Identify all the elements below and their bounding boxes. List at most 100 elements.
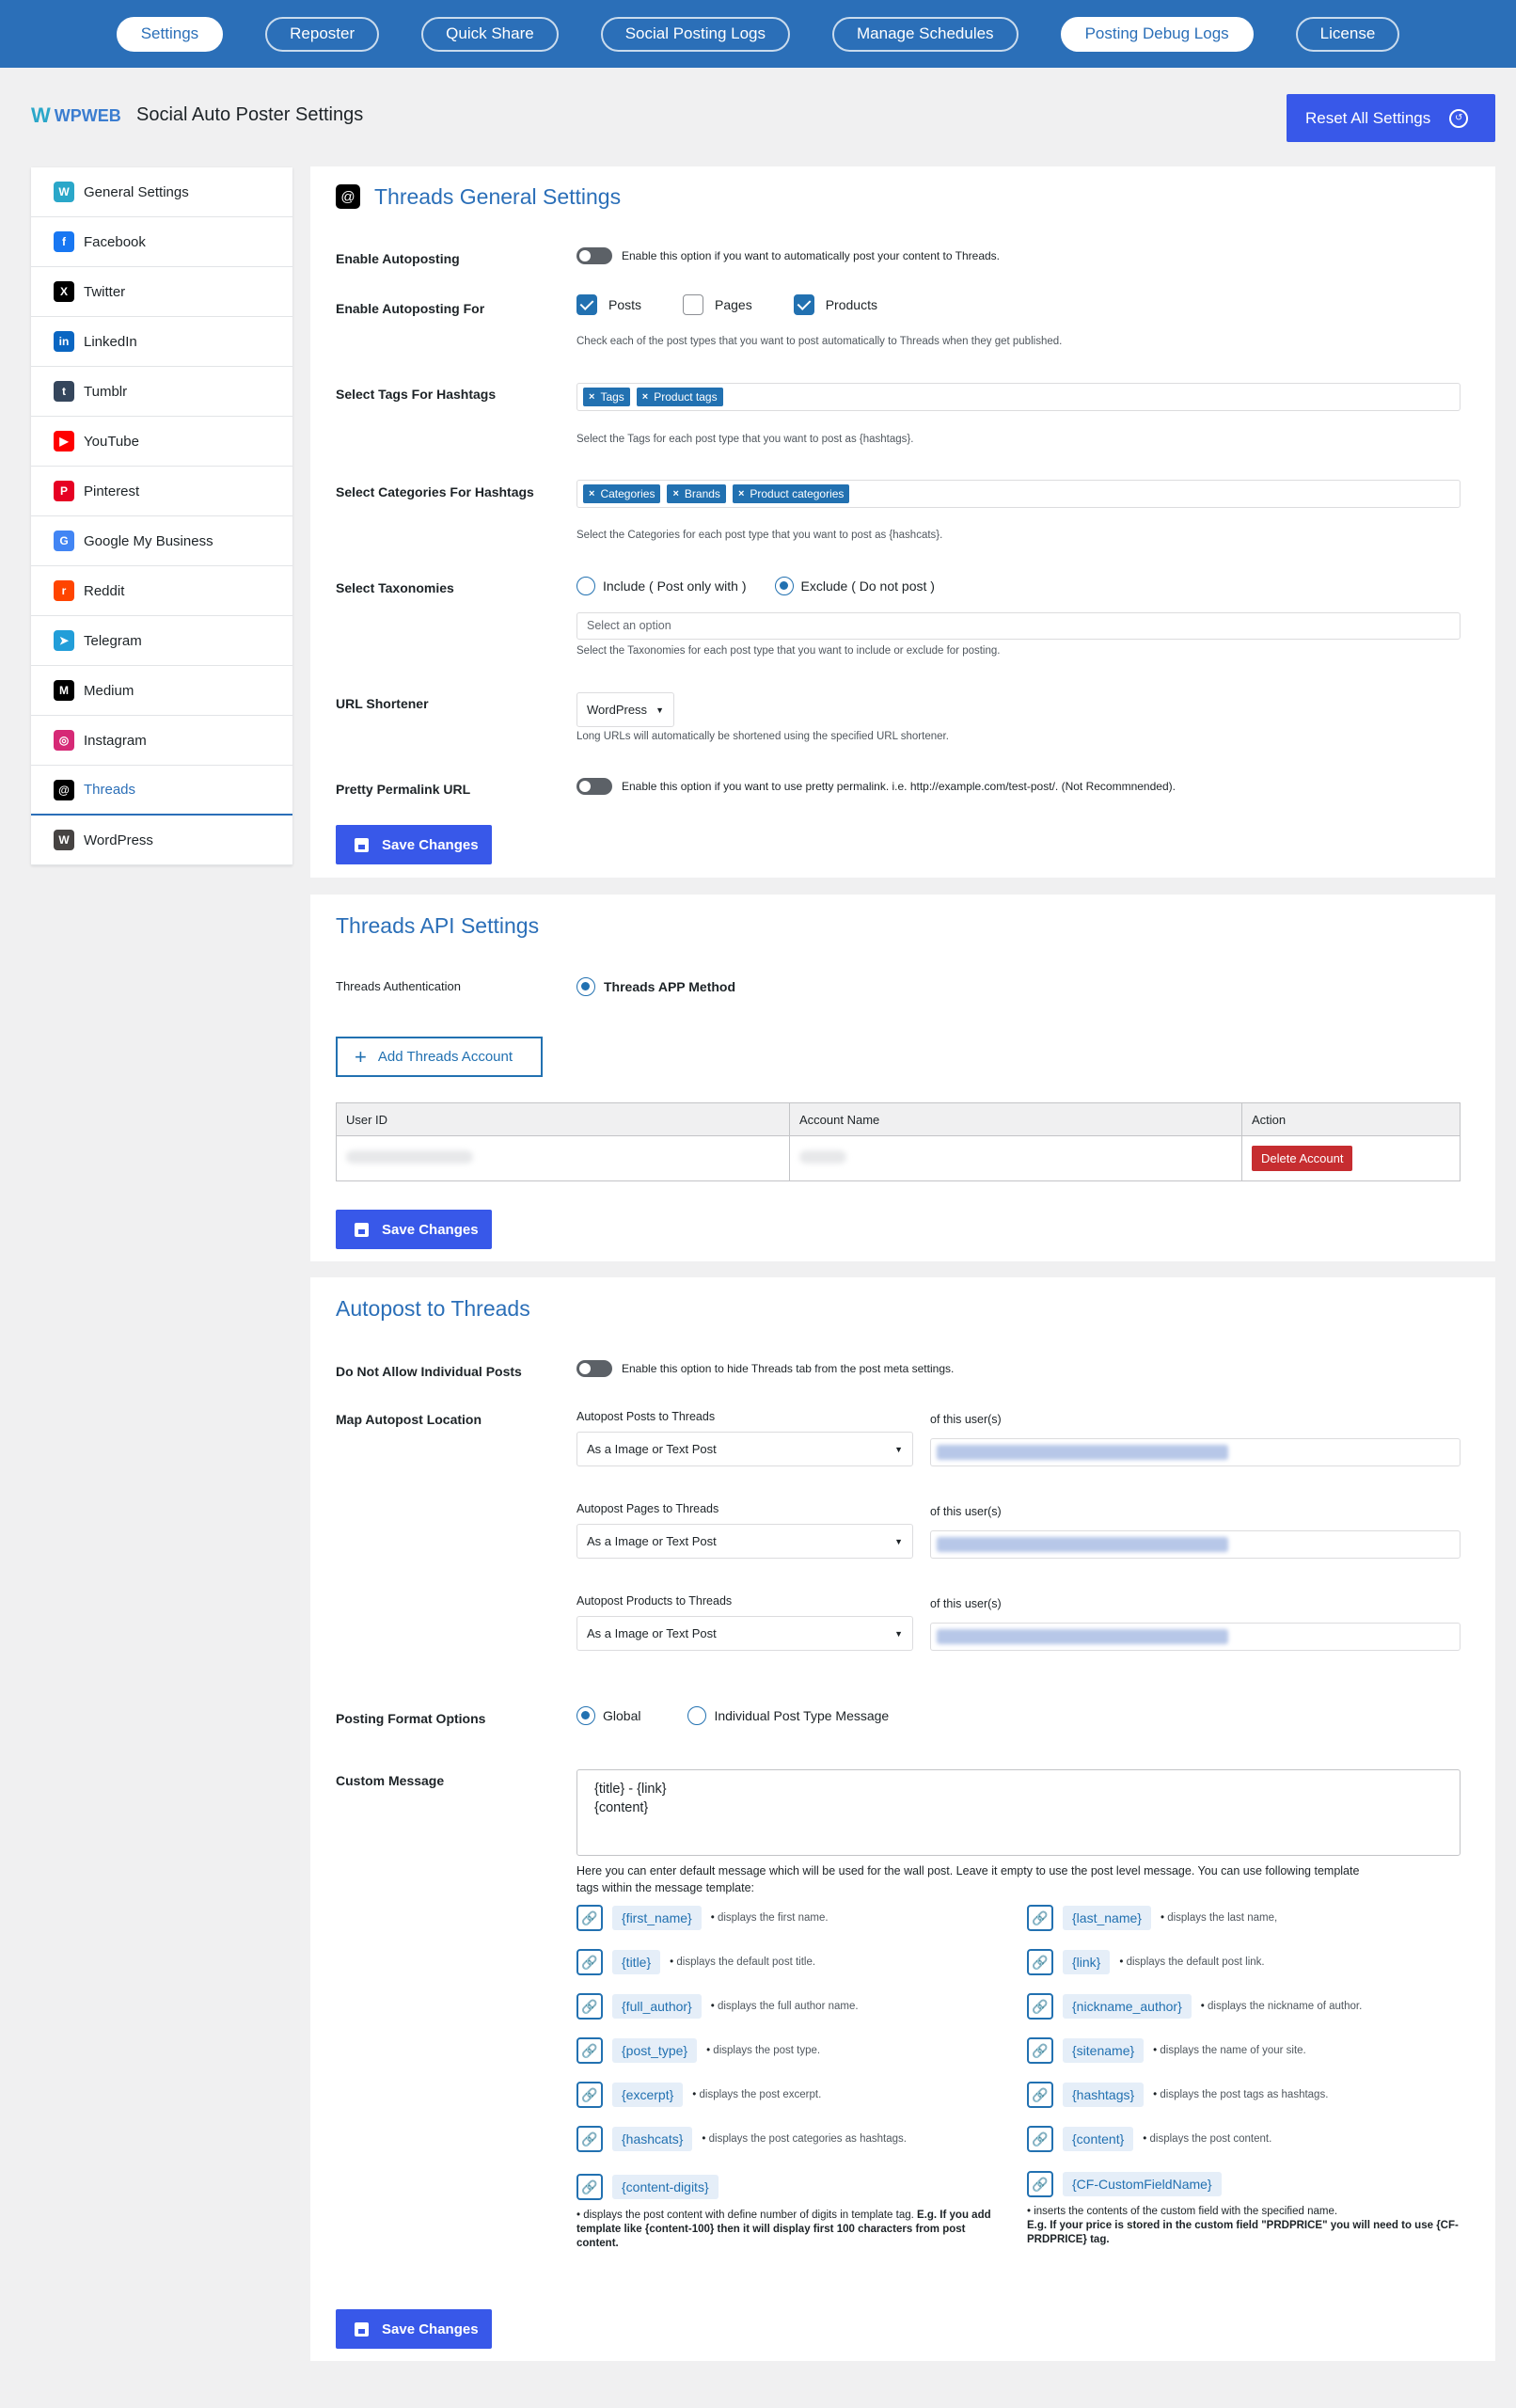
url-shortener-select[interactable]: WordPress ▼ [576, 692, 674, 727]
content-digits-token[interactable]: {content-digits} [612, 2175, 719, 2199]
template-token[interactable]: {nickname_author} [1063, 1994, 1192, 2019]
general-settings-panel: @ Threads General Settings Enable Autopo… [310, 166, 1495, 878]
remove-tag-icon[interactable]: × [589, 488, 594, 499]
sidebar-item-linkedin[interactable]: in LinkedIn [31, 317, 292, 367]
link-icon[interactable]: 🔗 [576, 2126, 603, 2152]
link-icon[interactable]: 🔗 [1027, 1949, 1053, 1975]
tab-posting-debug-logs[interactable]: Posting Debug Logs [1060, 16, 1254, 52]
tags-select[interactable]: × Tags × Product tags [576, 383, 1461, 411]
user-label: of this user(s) [930, 1413, 1002, 1426]
remove-tag-icon[interactable]: × [589, 391, 594, 403]
custom-message-textarea[interactable]: {title} - {link} {content} [576, 1769, 1461, 1856]
sidebar-item-medium[interactable]: M Medium [31, 666, 292, 716]
template-token[interactable]: {excerpt} [612, 2083, 684, 2107]
template-token[interactable]: {hashtags} [1063, 2083, 1145, 2107]
threads-app-method-radio[interactable] [576, 977, 595, 996]
map-select[interactable]: As a Image or Text Post ▼ [576, 1616, 913, 1651]
user-select[interactable] [930, 1530, 1461, 1559]
tab-manage-schedules[interactable]: Manage Schedules [832, 16, 1019, 52]
delete-account-button[interactable]: Delete Account [1252, 1146, 1353, 1171]
user-select[interactable] [930, 1623, 1461, 1651]
link-icon[interactable]: 🔗 [1027, 2171, 1053, 2197]
remove-tag-icon[interactable]: × [642, 391, 648, 403]
format-individual-radio[interactable] [687, 1706, 707, 1725]
link-icon[interactable]: 🔗 [1027, 1905, 1053, 1931]
add-threads-account-button[interactable]: + Add Threads Account [336, 1037, 543, 1077]
autoposting-for-desc: Check each of the post types that you wa… [576, 336, 1063, 347]
products-checkbox[interactable] [793, 294, 814, 315]
template-token[interactable]: {sitename} [1063, 2038, 1145, 2063]
cf-token[interactable]: {CF-CustomFieldName} [1063, 2172, 1222, 2196]
posts-checkbox[interactable] [576, 294, 597, 315]
tab-quick-share[interactable]: Quick Share [421, 16, 559, 52]
link-icon[interactable]: 🔗 [1027, 2082, 1053, 2108]
selected-tag[interactable]: × Brands [667, 484, 726, 503]
link-icon[interactable]: 🔗 [576, 1949, 603, 1975]
save-changes-button[interactable]: Save Changes [336, 825, 492, 864]
categories-select[interactable]: × Categories × Brands × Product categories [576, 480, 1461, 508]
sidebar-item-general-settings[interactable]: W General Settings [31, 167, 292, 217]
no-individual-toggle[interactable] [576, 1360, 612, 1377]
template-token[interactable]: {hashcats} [612, 2127, 693, 2151]
tab-license[interactable]: License [1295, 16, 1400, 52]
tag-label: Brands [684, 487, 720, 500]
sidebar-item-reddit[interactable]: r Reddit [31, 566, 292, 616]
autopost-section-title: Autopost to Threads [336, 1296, 530, 1321]
sidebar-item-telegram[interactable]: ➤ Telegram [31, 616, 292, 666]
x-icon: X [54, 281, 74, 302]
pages-checkbox[interactable] [683, 294, 704, 315]
tab-social-posting-logs[interactable]: Social Posting Logs [600, 16, 791, 52]
tags-label: Select Tags For Hashtags [336, 387, 497, 402]
template-token[interactable]: {first_name} [612, 1906, 702, 1930]
template-token[interactable]: {link} [1063, 1950, 1111, 1974]
tab-settings[interactable]: Settings [116, 16, 224, 52]
include-radio[interactable] [576, 577, 595, 595]
sidebar-item-youtube[interactable]: ▶ YouTube [31, 417, 292, 467]
link-icon[interactable]: 🔗 [576, 1993, 603, 2020]
pretty-permalink-toggle[interactable] [576, 778, 612, 795]
map-select[interactable]: As a Image or Text Post ▼ [576, 1524, 913, 1559]
sidebar-item-wordpress[interactable]: W WordPress [31, 816, 292, 865]
wordpress-icon: W [54, 830, 74, 850]
template-token[interactable]: {title} [612, 1950, 661, 1974]
sidebar-item-facebook[interactable]: f Facebook [31, 217, 292, 267]
exclude-radio[interactable] [774, 577, 794, 595]
template-token[interactable]: {post_type} [612, 2038, 698, 2063]
remove-tag-icon[interactable]: × [738, 488, 744, 499]
api-save-changes-button[interactable]: Save Changes [336, 1210, 492, 1249]
selected-tag[interactable]: × Categories [583, 484, 661, 503]
reset-label: Reset All Settings [1305, 108, 1431, 127]
sidebar-item-threads[interactable]: @ Threads [31, 766, 292, 816]
template-tag-row: 🔗 {excerpt} displays the post excerpt. [576, 2082, 821, 2108]
autopost-save-changes-button[interactable]: Save Changes [336, 2309, 492, 2349]
format-global-radio[interactable] [576, 1706, 595, 1725]
api-settings-panel: Threads API Settings Threads Authenticat… [310, 895, 1495, 1261]
map-select[interactable]: As a Image or Text Post ▼ [576, 1432, 913, 1466]
template-token[interactable]: {full_author} [612, 1994, 702, 2019]
link-icon[interactable]: 🔗 [576, 2037, 603, 2064]
sidebar-item-tumblr[interactable]: t Tumblr [31, 367, 292, 417]
enable-autoposting-toggle[interactable] [576, 247, 612, 264]
link-icon[interactable]: 🔗 [576, 1905, 603, 1931]
remove-tag-icon[interactable]: × [672, 488, 678, 499]
link-icon[interactable]: 🔗 [1027, 2037, 1053, 2064]
selected-tag[interactable]: × Product tags [636, 388, 723, 406]
link-icon[interactable]: 🔗 [576, 2174, 603, 2200]
reset-all-settings-button[interactable]: Reset All Settings ↺ [1287, 94, 1495, 142]
taxonomies-select[interactable]: Select an option [576, 612, 1461, 640]
sidebar-item-pinterest[interactable]: P Pinterest [31, 467, 292, 516]
template-token[interactable]: {last_name} [1063, 1906, 1151, 1930]
user-select[interactable] [930, 1438, 1461, 1466]
selected-tag[interactable]: × Product categories [732, 484, 850, 503]
sidebar-item-twitter[interactable]: X Twitter [31, 267, 292, 317]
tab-reposter[interactable]: Reposter [265, 16, 380, 52]
sidebar-item-google-my-business[interactable]: G Google My Business [31, 516, 292, 566]
sidebar-item-instagram[interactable]: ◎ Instagram [31, 716, 292, 766]
link-icon[interactable]: 🔗 [1027, 2126, 1053, 2152]
sidebar-item-label: Instagram [84, 732, 147, 749]
template-token[interactable]: {content} [1063, 2127, 1134, 2151]
link-icon[interactable]: 🔗 [576, 2082, 603, 2108]
selected-tag[interactable]: × Tags [583, 388, 630, 406]
cf-desc: inserts the contents of the custom field… [1027, 2205, 1460, 2219]
link-icon[interactable]: 🔗 [1027, 1993, 1053, 2020]
